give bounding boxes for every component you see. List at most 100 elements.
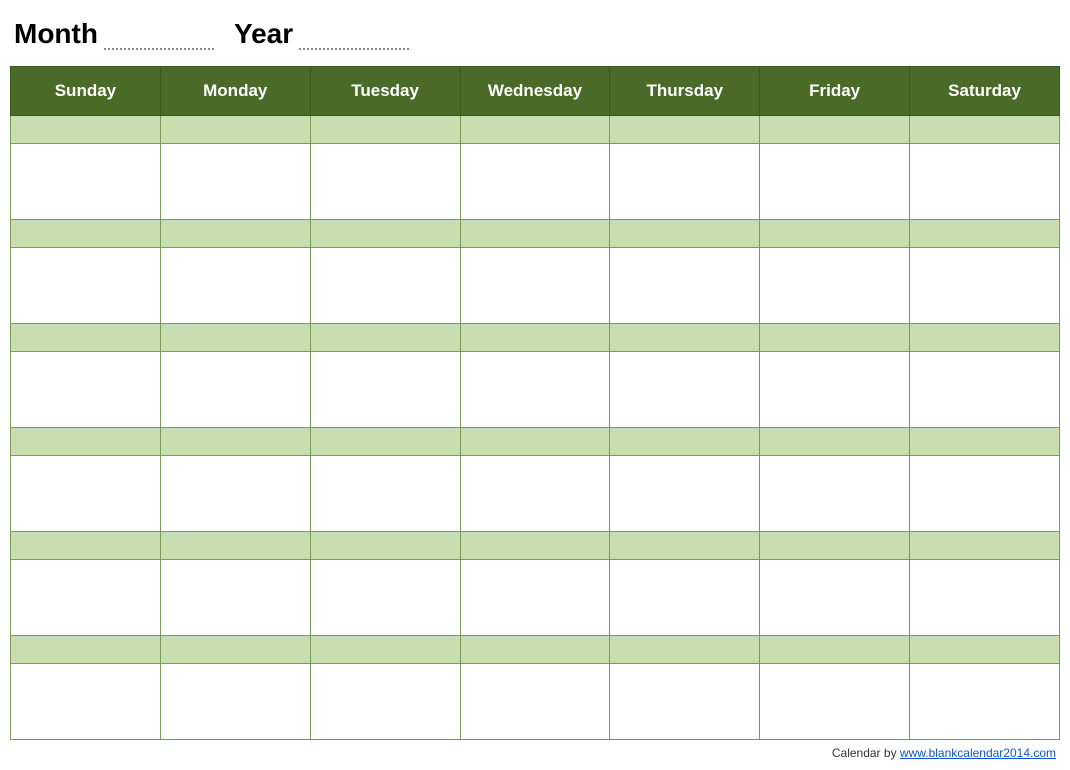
cell-r11-c3 [460,663,610,739]
cell-r6-c0 [11,427,161,455]
cell-r8-c1 [160,531,310,559]
cell-r11-c4 [610,663,760,739]
cell-r10-c3 [460,635,610,663]
cell-r11-c5 [760,663,910,739]
cell-r4-c1 [160,323,310,351]
cell-r8-c6 [910,531,1060,559]
cell-r10-c5 [760,635,910,663]
month-dotted-line [104,30,214,50]
cell-r1-c6 [910,143,1060,219]
cell-r6-c4 [610,427,760,455]
cell-r7-c5 [760,455,910,531]
day-header-row: Sunday Monday Tuesday Wednesday Thursday… [11,67,1060,116]
cell-r11-c1 [160,663,310,739]
footer-link[interactable]: www.blankcalendar2014.com [900,746,1056,760]
cell-r2-c1 [160,219,310,247]
calendar-row-6 [11,427,1060,455]
cell-r0-c0 [11,116,161,144]
cell-r7-c2 [310,455,460,531]
cell-r5-c5 [760,351,910,427]
cell-r5-c2 [310,351,460,427]
cell-r7-c0 [11,455,161,531]
cell-r10-c0 [11,635,161,663]
cell-r2-c6 [910,219,1060,247]
calendar-row-9 [11,559,1060,635]
cell-r4-c6 [910,323,1060,351]
cell-r5-c4 [610,351,760,427]
cell-r3-c4 [610,247,760,323]
cell-r6-c5 [760,427,910,455]
cell-r2-c4 [610,219,760,247]
footer: Calendar by www.blankcalendar2014.com [10,740,1060,760]
cell-r3-c0 [11,247,161,323]
header-thursday: Thursday [610,67,760,116]
header-saturday: Saturday [910,67,1060,116]
cell-r8-c4 [610,531,760,559]
cell-r1-c3 [460,143,610,219]
cell-r6-c1 [160,427,310,455]
cell-r4-c3 [460,323,610,351]
cell-r2-c5 [760,219,910,247]
cell-r9-c0 [11,559,161,635]
year-label: Year [234,18,293,50]
calendar-row-1 [11,143,1060,219]
calendar-row-8 [11,531,1060,559]
cell-r9-c6 [910,559,1060,635]
cell-r5-c3 [460,351,610,427]
page: Month Year Sunday Monday Tuesday Wednesd… [0,0,1070,770]
cell-r8-c2 [310,531,460,559]
header: Month Year [10,18,1060,52]
header-sunday: Sunday [11,67,161,116]
cell-r10-c4 [610,635,760,663]
cell-r8-c5 [760,531,910,559]
calendar-row-2 [11,219,1060,247]
footer-text: Calendar by [832,746,900,760]
calendar-row-7 [11,455,1060,531]
cell-r6-c2 [310,427,460,455]
cell-r2-c3 [460,219,610,247]
cell-r5-c6 [910,351,1060,427]
cell-r10-c2 [310,635,460,663]
calendar-row-11 [11,663,1060,739]
cell-r4-c2 [310,323,460,351]
month-label: Month [14,18,98,50]
header-friday: Friday [760,67,910,116]
calendar-row-10 [11,635,1060,663]
header-tuesday: Tuesday [310,67,460,116]
cell-r5-c0 [11,351,161,427]
cell-r9-c2 [310,559,460,635]
cell-r4-c5 [760,323,910,351]
cell-r10-c1 [160,635,310,663]
cell-r4-c4 [610,323,760,351]
cell-r9-c1 [160,559,310,635]
cell-r1-c0 [11,143,161,219]
cell-r0-c6 [910,116,1060,144]
year-dotted-line [299,30,409,50]
cell-r6-c6 [910,427,1060,455]
calendar-row-5 [11,351,1060,427]
cell-r1-c5 [760,143,910,219]
cell-r0-c5 [760,116,910,144]
cell-r1-c2 [310,143,460,219]
cell-r9-c5 [760,559,910,635]
cell-r2-c2 [310,219,460,247]
cell-r9-c4 [610,559,760,635]
cell-r10-c6 [910,635,1060,663]
cell-r0-c2 [310,116,460,144]
cell-r7-c3 [460,455,610,531]
cell-r7-c1 [160,455,310,531]
header-wednesday: Wednesday [460,67,610,116]
cell-r7-c4 [610,455,760,531]
cell-r11-c0 [11,663,161,739]
cell-r0-c3 [460,116,610,144]
cell-r8-c0 [11,531,161,559]
cell-r6-c3 [460,427,610,455]
cell-r0-c4 [610,116,760,144]
cell-r3-c3 [460,247,610,323]
cell-r8-c3 [460,531,610,559]
calendar-row-4 [11,323,1060,351]
cell-r11-c2 [310,663,460,739]
cell-r1-c1 [160,143,310,219]
cell-r3-c5 [760,247,910,323]
calendar-table: Sunday Monday Tuesday Wednesday Thursday… [10,66,1060,740]
